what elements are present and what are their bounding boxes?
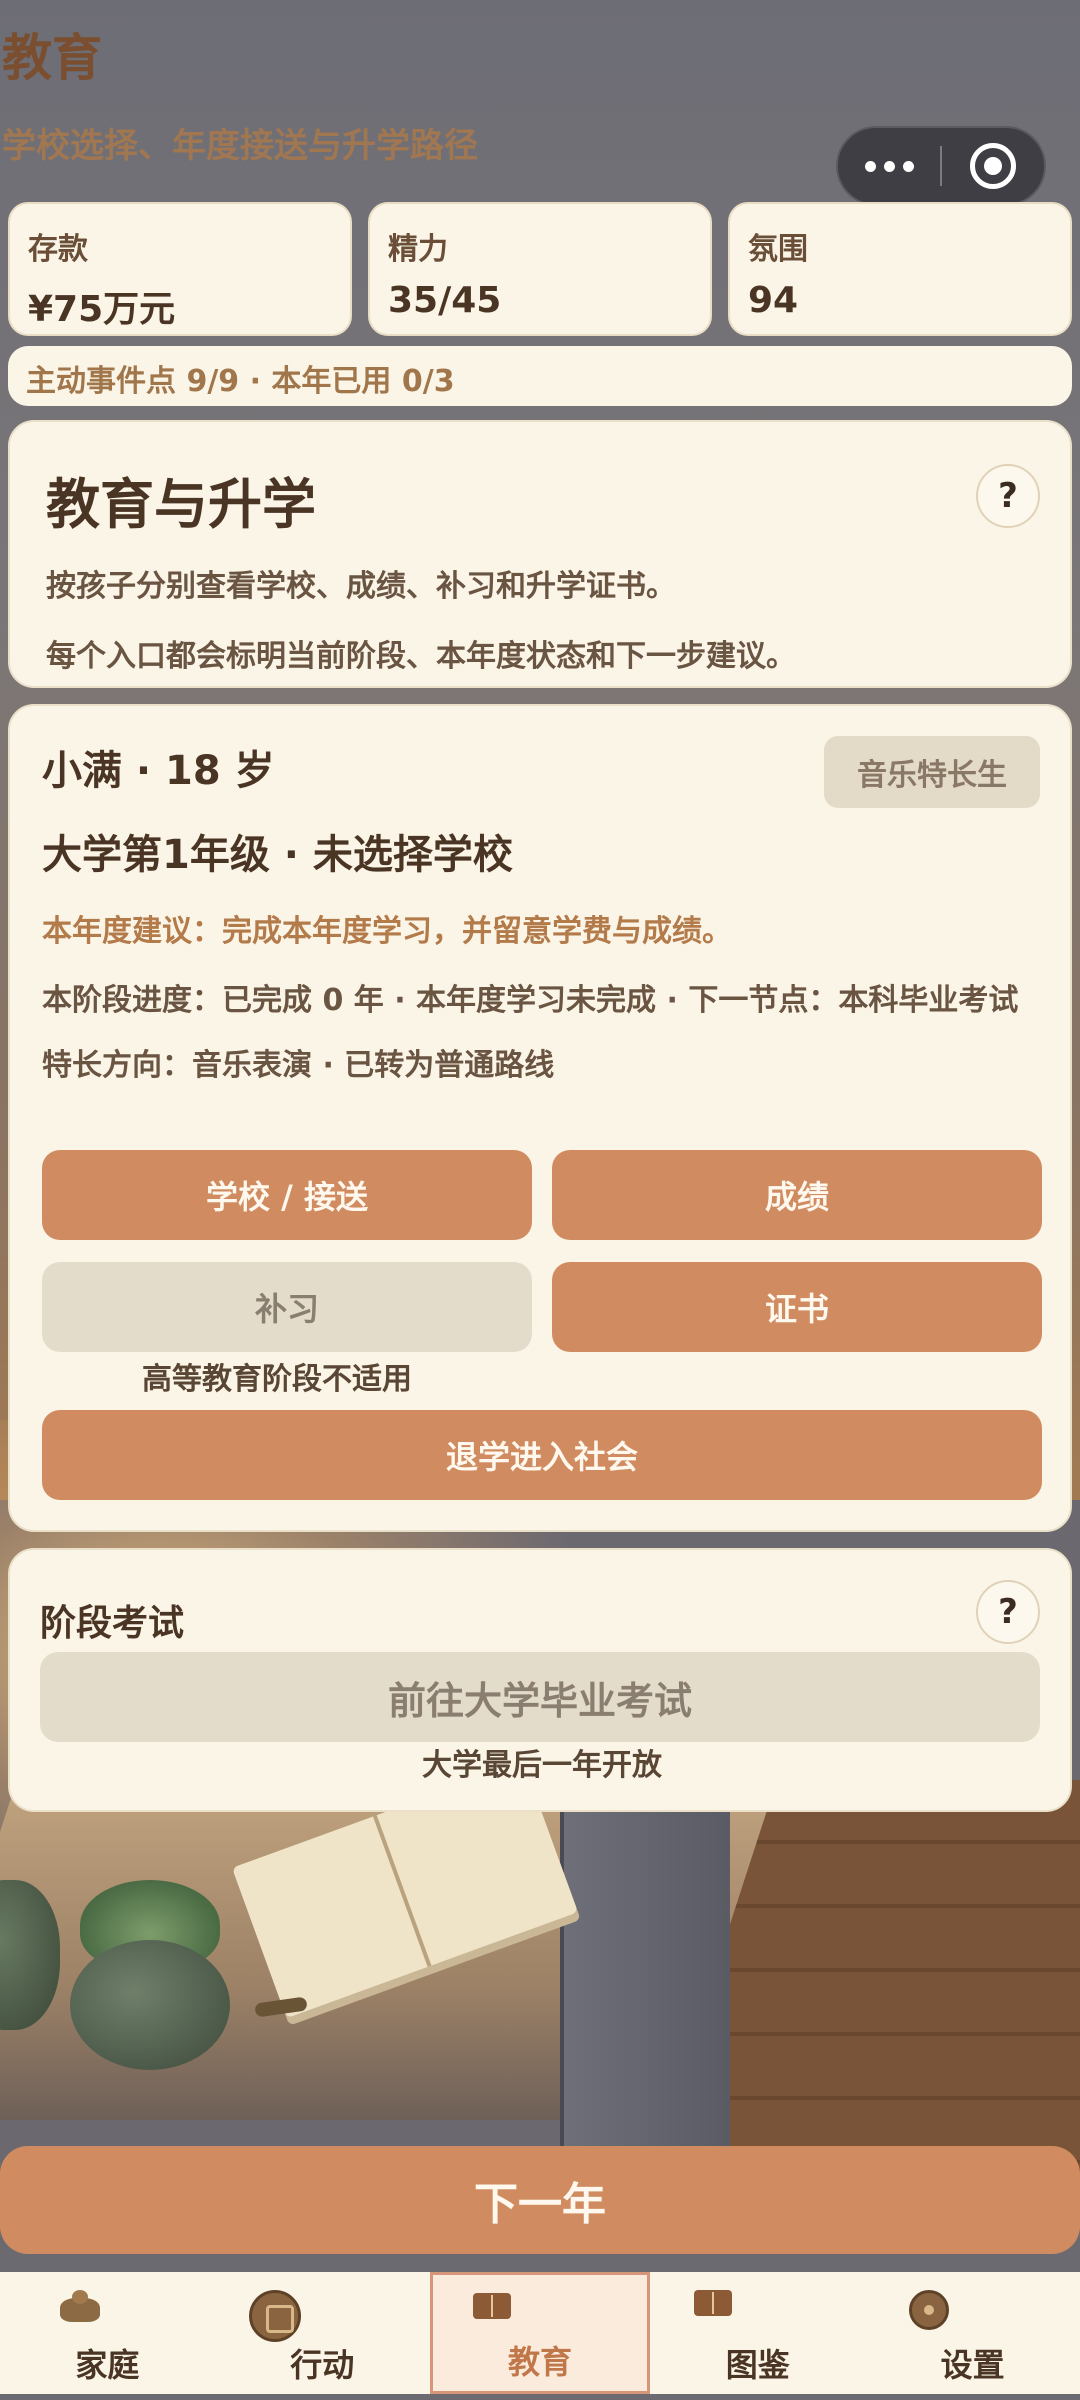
more-icon[interactable] [838, 160, 940, 172]
tab-home-label: 家庭 [75, 2346, 140, 2384]
stat-savings-value: ¥75万元 [28, 289, 176, 330]
child-grade-status: 大学第1年级 · 未选择学校 [42, 832, 513, 878]
stat-atmosphere: 氛围 94 [728, 202, 1072, 336]
stat-energy-label: 精力 [388, 232, 448, 267]
school-pickup-button[interactable]: 学校 / 接送 [42, 1150, 532, 1240]
tab-education-label: 教育 [507, 2343, 572, 2381]
graduation-exam-button[interactable]: 前往大学毕业考试 [40, 1652, 1040, 1742]
next-year-button[interactable]: 下一年 [0, 2146, 1080, 2254]
exam-availability-note: 大学最后一年开放 [422, 1748, 662, 1783]
bottom-tab-bar: 家庭 行动 教育 图鉴 设置 [0, 2272, 1080, 2394]
child-education-card: 小满 · 18 岁 大学第1年级 · 未选择学校 音乐特长生 本年度建议：完成本… [8, 704, 1072, 1532]
education-book-icon [472, 2293, 511, 2319]
background-cabinet [560, 1780, 730, 2200]
grades-button[interactable]: 成绩 [552, 1150, 1042, 1240]
tab-settings[interactable]: 设置 [865, 2272, 1080, 2394]
intro-description-2: 每个入口都会标明当前阶段、本年度状态和下一步建议。 [46, 639, 796, 674]
stat-energy: 精力 35/45 [368, 202, 712, 336]
certificate-button[interactable]: 证书 [552, 1262, 1042, 1352]
intro-description-1: 按孩子分别查看学校、成绩、补习和升学证书。 [46, 569, 676, 604]
stat-savings-label: 存款 [28, 232, 88, 267]
tab-catalog[interactable]: 图鉴 [650, 2272, 865, 2394]
stat-savings: 存款 ¥75万元 [8, 202, 352, 336]
stage-progress: 本阶段进度：已完成 0 年 · 本年度学习未完成 · 下一节点：本科毕业考试 [42, 983, 1019, 1018]
tab-settings-label: 设置 [940, 2346, 1005, 2384]
catalog-book-icon [694, 2290, 733, 2316]
tutoring-unavailable-note: 高等教育阶段不适用 [142, 1362, 412, 1397]
stat-atmosphere-label: 氛围 [748, 232, 808, 267]
intro-help-button[interactable]: ? [976, 464, 1040, 528]
miniapp-capsule [836, 126, 1046, 206]
yearly-suggestion: 本年度建议：完成本年度学习，并留意学费与成绩。 [42, 914, 732, 949]
talent-badge: 音乐特长生 [824, 736, 1040, 808]
action-icon [248, 2290, 301, 2342]
page-subtitle: 学校选择、年度接送与升学路径 [2, 126, 478, 166]
settings-icon [909, 2290, 950, 2330]
close-miniapp-icon[interactable] [942, 143, 1044, 189]
stat-atmosphere-value: 94 [748, 280, 799, 321]
tab-action-label: 行动 [290, 2346, 355, 2384]
stage-exam-card: 阶段考试 ? 前往大学毕业考试 大学最后一年开放 [8, 1548, 1072, 1812]
background-pot [70, 1940, 230, 2070]
exam-title: 阶段考试 [40, 1603, 185, 1644]
home-icon [60, 2290, 100, 2322]
intro-title: 教育与升学 [46, 473, 316, 536]
dropout-button[interactable]: 退学进入社会 [42, 1410, 1042, 1500]
stat-energy-value: 35/45 [388, 280, 502, 321]
tab-action[interactable]: 行动 [215, 2272, 430, 2394]
tab-catalog-label: 图鉴 [725, 2346, 790, 2384]
education-intro-card: 教育与升学 按孩子分别查看学校、成绩、补习和升学证书。 每个入口都会标明当前阶段… [8, 420, 1072, 688]
tab-education[interactable]: 教育 [429, 2272, 651, 2394]
tutoring-button[interactable]: 补习 [42, 1262, 532, 1352]
talent-direction: 特长方向：音乐表演 · 已转为普通路线 [42, 1048, 555, 1083]
event-points-bar: 主动事件点 9/9 · 本年已用 0/3 [8, 346, 1072, 406]
page-title: 教育 [2, 29, 102, 87]
tab-home[interactable]: 家庭 [0, 2272, 215, 2394]
exam-help-button[interactable]: ? [976, 1580, 1040, 1644]
